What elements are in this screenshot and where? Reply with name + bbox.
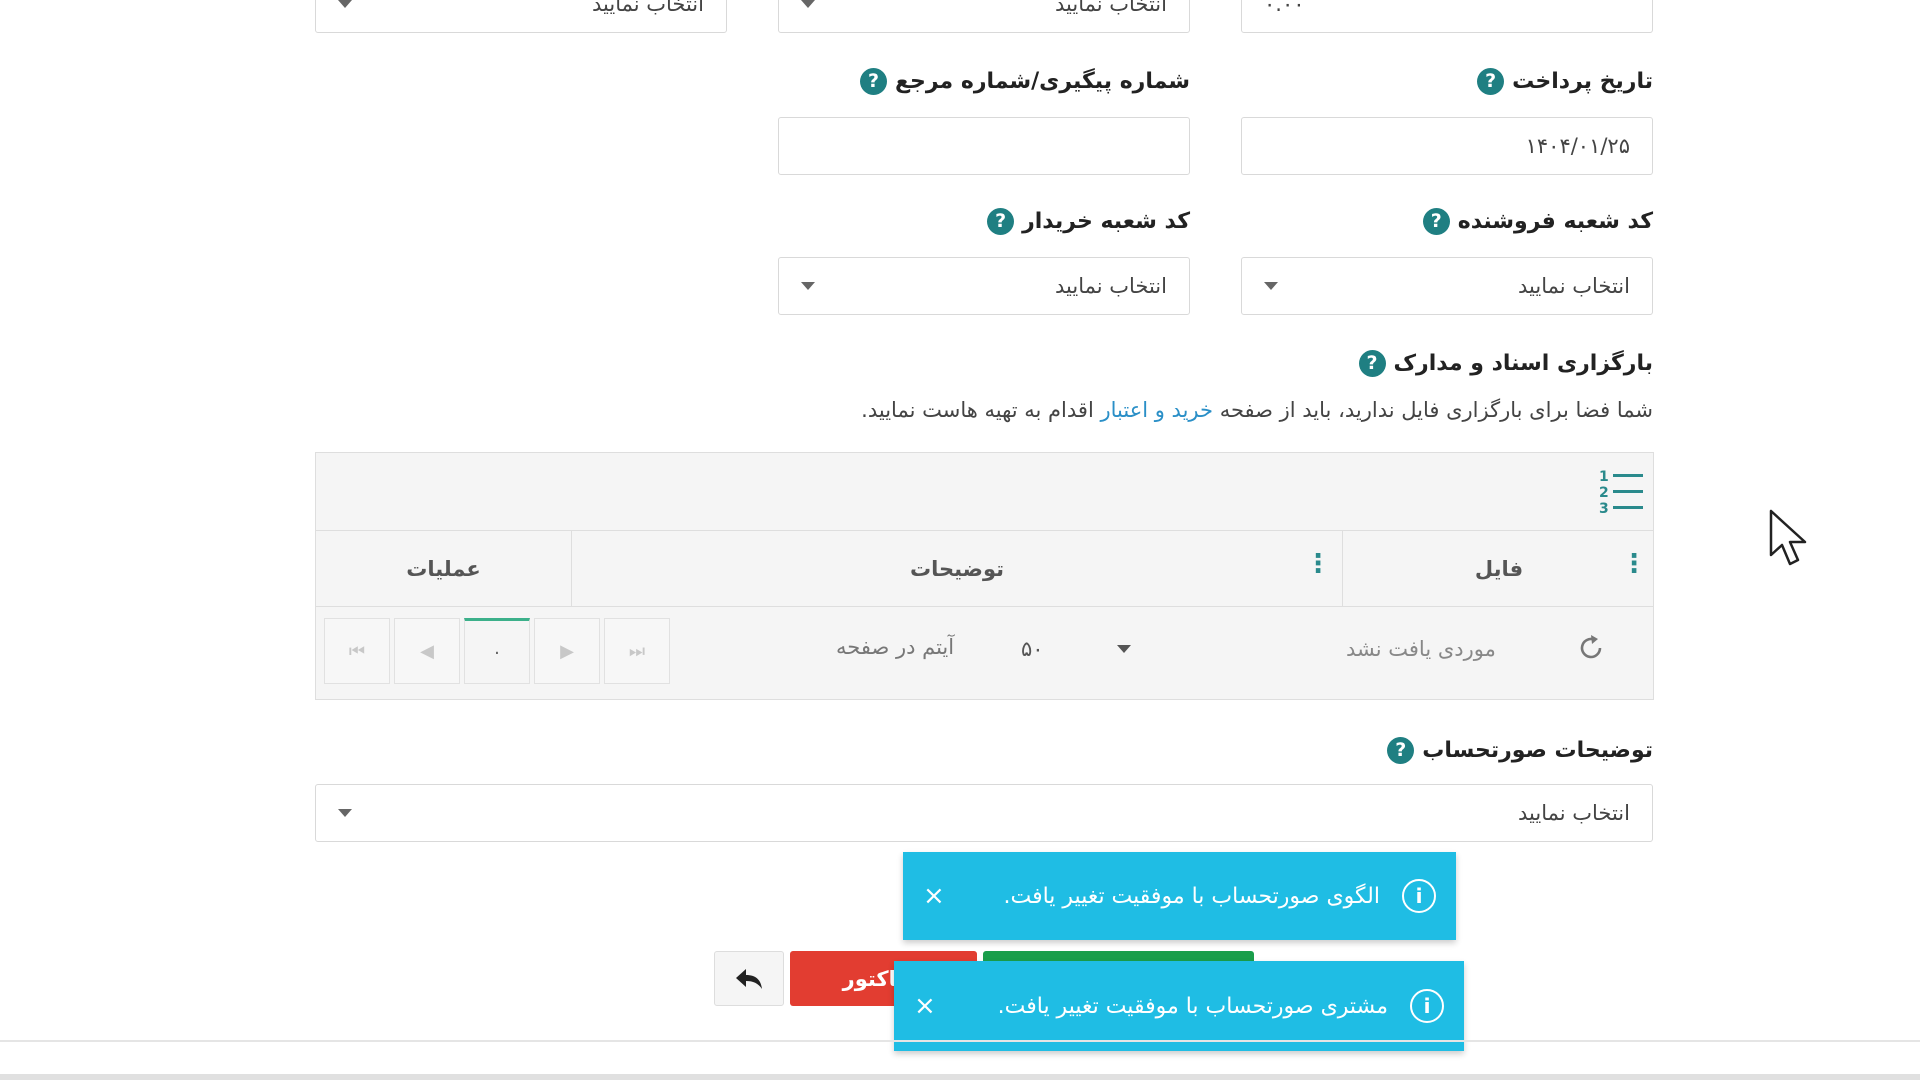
buyer-branch-label-text: کد شعبه خریدار: [1022, 209, 1190, 234]
payment-date-value: ۱۴۰۴/۰۱/۲۵: [1525, 134, 1630, 158]
payment-date-label-text: تاریخ پرداخت: [1512, 69, 1653, 94]
numbered-list-icon[interactable]: 1 2 3: [1597, 467, 1647, 517]
current-page[interactable]: ۰: [464, 618, 530, 684]
notice-text: شما فضا برای بارگزاری فایل ندارید، باید …: [1219, 398, 1653, 422]
question-icon[interactable]: ?: [1358, 350, 1386, 377]
seller-branch-label-text: کد شعبه فروشنده: [1457, 209, 1653, 234]
documents-label: بارگزاری اسناد و مدارک ?: [815, 350, 1653, 377]
buyer-branch-label: کد شعبه خریدار ?: [778, 208, 1190, 235]
buyer-branch-value: انتخاب نمایید: [1054, 274, 1167, 298]
chevron-down-icon: [338, 809, 352, 817]
credit-purchase-link[interactable]: خرید و اعتبار: [1100, 398, 1213, 422]
seller-branch-value: انتخاب نمایید: [1517, 274, 1630, 298]
top-left-select-value: انتخاب نمایید: [591, 0, 704, 16]
tracking-number-input[interactable]: [778, 117, 1190, 175]
grid-header: عملیات توضیحات فایل ⋮ ⋮: [316, 530, 1653, 607]
column-file-label: فایل: [1474, 556, 1524, 581]
documents-grid: 1 2 3 عملیات توضیحات فایل ⋮ ⋮ ⏮ ◀ ۰ ▶ ⏭ …: [315, 452, 1654, 700]
empty-message: موردی یافت نشد: [1346, 637, 1496, 661]
page-size-select[interactable]: ۵۰: [1021, 631, 1131, 667]
footer-divider: [0, 1040, 1920, 1042]
prev-page-button[interactable]: ◀: [394, 618, 460, 684]
column-menu-icon[interactable]: ⋮: [1305, 551, 1331, 577]
invoice-description-label: توضیحات صورتحساب ?: [815, 737, 1653, 764]
seller-branch-select[interactable]: انتخاب نمایید: [1241, 257, 1653, 315]
svg-text:1: 1: [1599, 469, 1609, 485]
top-mid-select-value: انتخاب نمایید: [1054, 0, 1167, 16]
column-file[interactable]: فایل: [1342, 531, 1655, 606]
reply-arrow-icon: [736, 968, 762, 989]
current-page-number: ۰: [492, 641, 502, 663]
documents-label-text: بارگزاری اسناد و مدارک: [1393, 351, 1653, 376]
question-icon[interactable]: ?: [1477, 68, 1505, 95]
column-description-label: توضیحات: [909, 556, 1005, 581]
toast-message: مشتری صورتحساب با موفقیت تغییر یافت.: [997, 993, 1388, 1019]
seller-branch-label: کد شعبه فروشنده ?: [1241, 208, 1653, 235]
chevron-down-icon: [801, 0, 815, 8]
toast-notification: i مشتری صورتحساب با موفقیت تغییر یافت. ×: [894, 961, 1464, 1051]
question-icon[interactable]: ?: [859, 68, 887, 95]
question-icon[interactable]: ?: [987, 208, 1015, 235]
question-icon[interactable]: ?: [1422, 208, 1450, 235]
svg-text:3: 3: [1599, 501, 1609, 517]
question-icon[interactable]: ?: [1387, 737, 1415, 764]
svg-text:2: 2: [1599, 485, 1609, 501]
documents-notice: شما فضا برای بارگزاری فایل ندارید، باید …: [515, 398, 1653, 422]
bottom-bar: [0, 1074, 1920, 1080]
chevron-down-icon: [1117, 645, 1131, 653]
toast-notification: i الگوی صورتحساب با موفقیت تغییر یافت. ×: [903, 852, 1456, 940]
tracking-number-label: شماره پیگیری/شماره مرجع ?: [778, 68, 1190, 95]
invoice-description-select[interactable]: انتخاب نمایید: [315, 784, 1653, 842]
payment-date-field[interactable]: ۱۴۰۴/۰۱/۲۵: [1241, 117, 1653, 175]
first-page-button[interactable]: ⏮: [324, 618, 390, 684]
invoice-description-label-text: توضیحات صورتحساب: [1422, 738, 1653, 763]
tracking-number-label-text: شماره پیگیری/شماره مرجع: [894, 69, 1190, 94]
amount-field[interactable]: ۰.۰۰: [1241, 0, 1653, 33]
amount-value: ۰.۰۰: [1264, 0, 1305, 16]
toast-message: الگوی صورتحساب با موفقیت تغییر یافت.: [1003, 883, 1380, 909]
info-icon: i: [1402, 879, 1436, 913]
close-icon[interactable]: ×: [923, 881, 945, 911]
last-page-button[interactable]: ⏭: [604, 618, 670, 684]
items-per-page-label: آیتم در صفحه: [836, 635, 955, 659]
chevron-down-icon: [801, 282, 815, 290]
back-button[interactable]: [714, 951, 784, 1006]
refresh-icon[interactable]: [1576, 633, 1606, 663]
top-left-select[interactable]: انتخاب نمایید: [315, 0, 727, 33]
column-description[interactable]: توضیحات: [571, 531, 1342, 606]
notice-text-end: اقدام به تهیه هاست نمایید.: [861, 398, 1094, 422]
top-mid-select[interactable]: انتخاب نمایید: [778, 0, 1190, 33]
page-size-value: ۵۰: [1021, 637, 1044, 661]
column-operations[interactable]: عملیات: [316, 531, 571, 606]
column-operations-label: عملیات: [406, 556, 481, 581]
next-page-button[interactable]: ▶: [534, 618, 600, 684]
column-menu-icon[interactable]: ⋮: [1621, 551, 1647, 577]
chevron-down-icon: [338, 0, 352, 8]
mouse-cursor-icon: [1768, 508, 1810, 568]
payment-date-label: تاریخ پرداخت ?: [1241, 68, 1653, 95]
invoice-description-value: انتخاب نمایید: [1517, 801, 1630, 825]
info-icon: i: [1410, 989, 1444, 1023]
close-icon[interactable]: ×: [914, 991, 936, 1021]
buyer-branch-select[interactable]: انتخاب نمایید: [778, 257, 1190, 315]
chevron-down-icon: [1264, 282, 1278, 290]
